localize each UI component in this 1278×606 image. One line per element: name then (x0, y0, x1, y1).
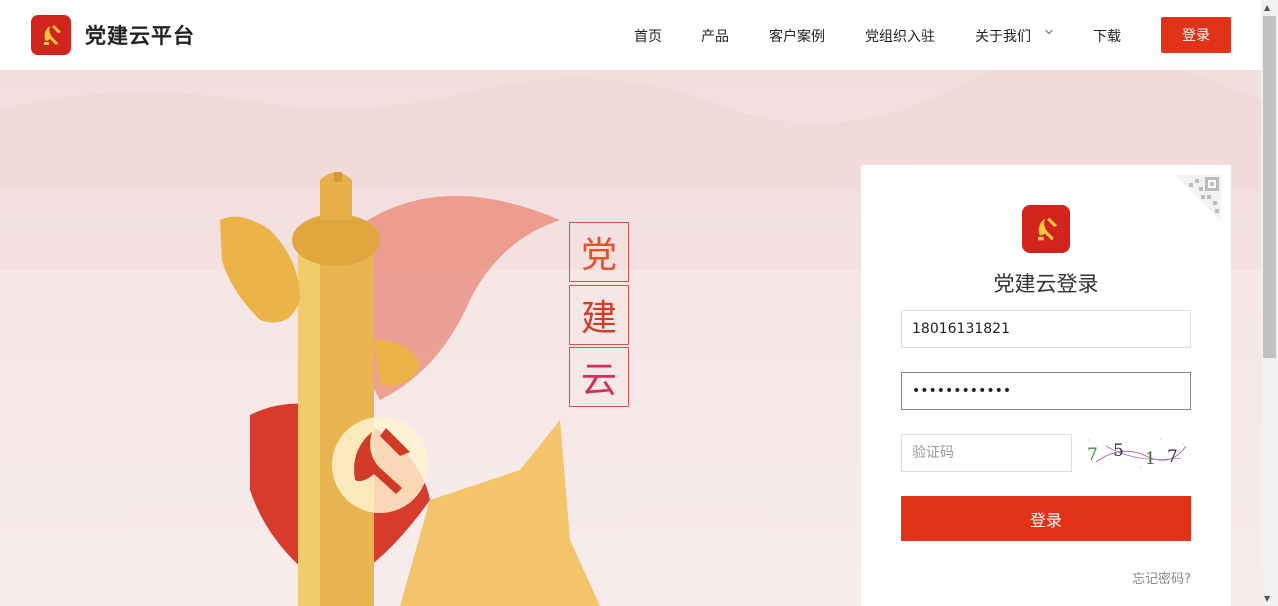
password-input[interactable] (901, 372, 1191, 410)
party-emblem-icon[interactable] (31, 15, 71, 55)
hero-char-3: 云 (569, 347, 629, 407)
hero-char-1: 党 (569, 222, 629, 282)
username-input[interactable] (901, 310, 1191, 348)
hero-char-2: 建 (569, 285, 629, 345)
nav-home[interactable]: 首页 (634, 26, 662, 46)
header-login-button[interactable]: 登录 (1161, 17, 1231, 53)
captcha-image[interactable]: 7 5 1 7 (1081, 434, 1191, 472)
brand-name[interactable]: 党建云平台 (85, 20, 195, 50)
login-title: 党建云登录 (993, 272, 1099, 296)
scroll-down-icon[interactable]: ▼ (1264, 594, 1270, 603)
forgot-password-link[interactable]: 忘记密码? (1100, 568, 1191, 587)
nav-cases[interactable]: 客户案例 (769, 26, 825, 46)
login-submit-button[interactable]: 登录 (901, 496, 1191, 541)
nav-products[interactable]: 产品 (701, 26, 729, 46)
qr-code-icon[interactable] (1175, 175, 1221, 221)
panel-emblem-icon (1022, 205, 1070, 253)
top-header: 党建云平台 首页 产品 客户案例 党组织入驻 关于我们 下载 登录 (0, 0, 1261, 70)
captcha-digit: 7 (1087, 445, 1098, 465)
nav-about[interactable]: 关于我们 (975, 26, 1031, 46)
captcha-digit: 7 (1167, 447, 1178, 467)
captcha-digit: 1 (1145, 449, 1156, 469)
chevron-down-icon[interactable] (1044, 27, 1054, 37)
captcha-input[interactable] (901, 434, 1072, 472)
nav-join[interactable]: 党组织入驻 (865, 26, 935, 46)
scroll-up-icon[interactable]: ▲ (1264, 3, 1270, 12)
captcha-digit: 5 (1113, 441, 1124, 461)
scrollbar-thumb[interactable] (1263, 16, 1276, 358)
nav-download[interactable]: 下载 (1093, 26, 1121, 46)
